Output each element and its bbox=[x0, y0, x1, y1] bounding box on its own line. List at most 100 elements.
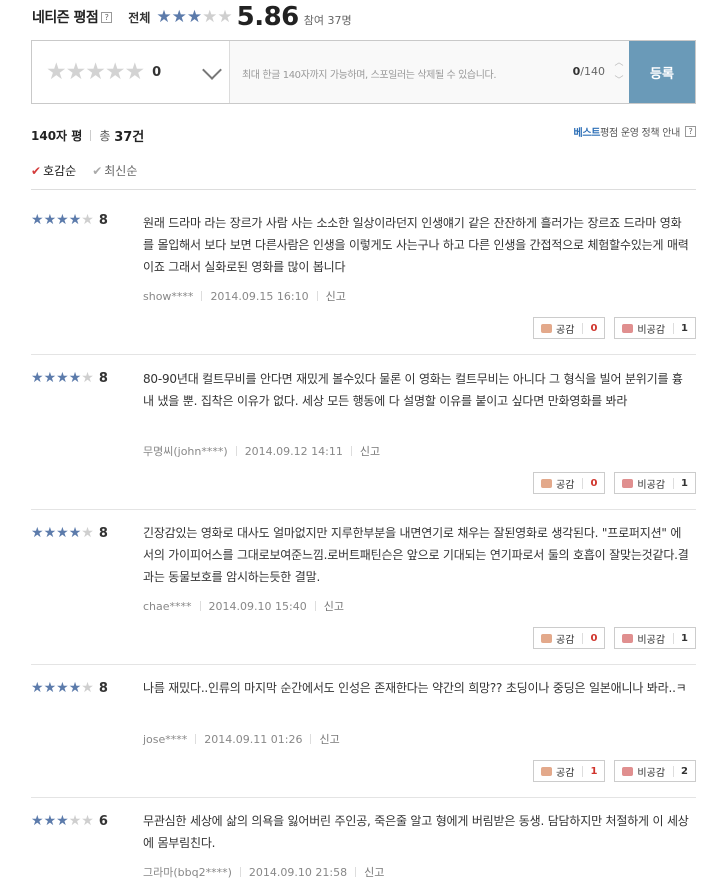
dislike-label: 비공감 bbox=[637, 324, 666, 336]
star-icon: ★ bbox=[68, 813, 82, 829]
review-text: 나름 재밌다..인류의 마지막 순간에서도 인성은 존재한다는 약간의 희망??… bbox=[143, 681, 687, 695]
review-count-line: 140자 평 총 37건 bbox=[31, 126, 144, 145]
star-icon: ★ bbox=[56, 212, 69, 228]
review-meta: 무명씨(john****) 2014.09.12 14:11 신고 bbox=[143, 443, 380, 459]
like-label: 공감 bbox=[556, 634, 575, 646]
like-count: 0 bbox=[582, 632, 597, 644]
review-stars: ★ ★ ★ ★ ★ 8 bbox=[31, 525, 108, 542]
divider bbox=[316, 291, 318, 301]
like-label: 공감 bbox=[556, 479, 575, 491]
thumbs-up-icon bbox=[541, 323, 553, 333]
rating-star-icon[interactable]: ★ bbox=[66, 60, 87, 83]
section-label: 140자 평 bbox=[31, 129, 83, 143]
help-icon[interactable]: ? bbox=[685, 126, 696, 137]
chevron-up-icon[interactable]: ︿ bbox=[614, 58, 623, 68]
review-meta: jose**** 2014.09.11 01:26 신고 bbox=[143, 731, 340, 747]
like-label: 공감 bbox=[556, 324, 575, 336]
review-date: 2014.09.10 21:58 bbox=[248, 865, 348, 879]
review-meta: 그라마(bbq2****) 2014.09.10 21:58 신고 bbox=[143, 864, 384, 880]
dislike-label: 비공감 bbox=[637, 767, 666, 779]
star-icon: ★ bbox=[56, 525, 69, 541]
rating-star-icon[interactable]: ★ bbox=[85, 60, 106, 83]
review-date: 2014.09.12 14:11 bbox=[244, 444, 343, 458]
review-stars: ★ ★ ★ ★ ★ 8 bbox=[31, 212, 108, 229]
sort-option-likes[interactable]: 호감순 bbox=[43, 162, 76, 179]
review-stars: ★ ★ ★ ★ ★ 8 bbox=[31, 370, 108, 387]
chevron-down-icon[interactable] bbox=[202, 60, 222, 80]
dislike-button[interactable]: 비공감 1 bbox=[614, 627, 696, 649]
total-count: 37건 bbox=[114, 130, 145, 145]
star-rating-select[interactable]: ★ ★ ★ ★ ★ 0 bbox=[32, 41, 230, 103]
review-score: 8 bbox=[98, 371, 108, 386]
scroll-arrows[interactable]: ︿ ﹀ bbox=[613, 54, 625, 90]
like-count: 1 bbox=[582, 765, 597, 777]
rating-star-icon[interactable]: ★ bbox=[105, 60, 126, 83]
star-icon: ★ bbox=[56, 813, 69, 829]
rating-star-icon[interactable]: ★ bbox=[125, 60, 146, 83]
dislike-button[interactable]: 비공감 2 bbox=[614, 760, 696, 782]
review-user[interactable]: 무명씨(john****) bbox=[143, 443, 228, 459]
report-link[interactable]: 신고 bbox=[326, 288, 346, 304]
review-text: 원래 드라마 라는 장르가 사람 사는 소소한 일상이라던지 인생얘기 같은 잔… bbox=[143, 216, 689, 274]
review-text: 긴장감있는 영화로 대사도 얼마없지만 지루한부분을 내면연기로 채우는 잘된영… bbox=[143, 526, 689, 584]
thumbs-down-icon bbox=[622, 766, 634, 776]
like-button[interactable]: 공감 0 bbox=[533, 472, 606, 494]
star-icon: ★ bbox=[68, 525, 82, 541]
submit-button[interactable]: 등록 bbox=[629, 41, 695, 103]
divider bbox=[31, 189, 696, 190]
star-icon: ★ bbox=[81, 813, 94, 829]
star-icon: ★ bbox=[171, 6, 187, 27]
report-link[interactable]: 신고 bbox=[319, 731, 339, 747]
rating-input-box: ★ ★ ★ ★ ★ 0 최대 한글 140자까지 가능하며, 스포일러는 삭제될… bbox=[31, 40, 696, 104]
policy-link[interactable]: 베스트 평점 운영 정책 안내 ? bbox=[573, 124, 696, 139]
policy-best: 베스트 bbox=[573, 128, 601, 139]
dislike-button[interactable]: 비공감 1 bbox=[614, 472, 696, 494]
review-user[interactable]: jose**** bbox=[143, 733, 187, 746]
review-meta: show**** 2014.09.15 16:10 신고 bbox=[143, 288, 346, 304]
dislike-button[interactable]: 비공감 1 bbox=[614, 317, 696, 339]
help-icon[interactable]: ? bbox=[101, 11, 113, 23]
star-icon: ★ bbox=[81, 680, 94, 696]
thumbs-down-icon bbox=[622, 633, 634, 643]
star-icon: ★ bbox=[31, 212, 44, 228]
thumbs-up-icon bbox=[541, 478, 553, 488]
review-user[interactable]: 그라마(bbq2****) bbox=[143, 864, 232, 880]
dislike-count: 1 bbox=[673, 632, 688, 644]
divider bbox=[314, 601, 316, 611]
like-button[interactable]: 공감 0 bbox=[533, 627, 606, 649]
report-link[interactable]: 신고 bbox=[360, 443, 380, 459]
rating-star-icon[interactable]: ★ bbox=[46, 60, 67, 83]
sort-options: ✔ 호감순 ✔ 최신순 bbox=[31, 162, 137, 179]
divider bbox=[199, 601, 201, 611]
thumbs-up-icon bbox=[541, 766, 553, 776]
review-item: ★ ★ ★ ★ ★ 6 무관심한 세상에 삶의 의욕을 잃어버린 주인공, 죽은줄 알고… bbox=[31, 798, 696, 889]
check-icon: ✔ bbox=[92, 163, 103, 178]
review-stars: ★ ★ ★ ★ ★ 8 bbox=[31, 680, 108, 697]
star-icon: ★ bbox=[56, 680, 69, 696]
review-user[interactable]: show**** bbox=[143, 290, 193, 303]
star-icon: ★ bbox=[43, 370, 57, 386]
review-item: ★ ★ ★ ★ ★ 8 나름 재밌다..인류의 마지막 순간에서도 인성은 존재한다는 … bbox=[31, 665, 696, 798]
divider bbox=[350, 446, 352, 456]
report-link[interactable]: 신고 bbox=[364, 864, 384, 880]
rating-header: 네티즌 평점 ? 전체 ★ ★ ★ ★ ★ 5.86 참여 37명 bbox=[32, 4, 352, 30]
star-icon: ★ bbox=[156, 6, 172, 27]
star-icon: ★ bbox=[56, 370, 69, 386]
chevron-down-icon[interactable]: ﹀ bbox=[614, 76, 623, 86]
review-item: ★ ★ ★ ★ ★ 8 긴장감있는 영화로 대사도 얼마없지만 지루한부분을 내면연기로… bbox=[31, 510, 696, 665]
star-icon: ★ bbox=[31, 370, 44, 386]
average-stars: ★ ★ ★ ★ ★ bbox=[156, 6, 232, 27]
review-user[interactable]: chae**** bbox=[143, 600, 192, 613]
review-textarea[interactable]: 최대 한글 140자까지 가능하며, 스포일러는 삭제될 수 있습니다. 0/1… bbox=[230, 41, 629, 103]
review-placeholder: 최대 한글 140자까지 가능하며, 스포일러는 삭제될 수 있습니다. bbox=[242, 70, 497, 81]
like-button[interactable]: 공감 0 bbox=[533, 317, 606, 339]
like-label: 공감 bbox=[556, 767, 575, 779]
sort-option-latest[interactable]: 최신순 bbox=[104, 162, 137, 179]
star-icon: ★ bbox=[31, 680, 44, 696]
review-date: 2014.09.10 15:40 bbox=[208, 599, 307, 613]
like-button[interactable]: 공감 1 bbox=[533, 760, 606, 782]
review-stars: ★ ★ ★ ★ ★ 6 bbox=[31, 813, 108, 830]
review-meta: chae**** 2014.09.10 15:40 신고 bbox=[143, 598, 344, 614]
report-link[interactable]: 신고 bbox=[324, 598, 344, 614]
policy-text: 평점 운영 정책 안내 bbox=[600, 128, 680, 139]
